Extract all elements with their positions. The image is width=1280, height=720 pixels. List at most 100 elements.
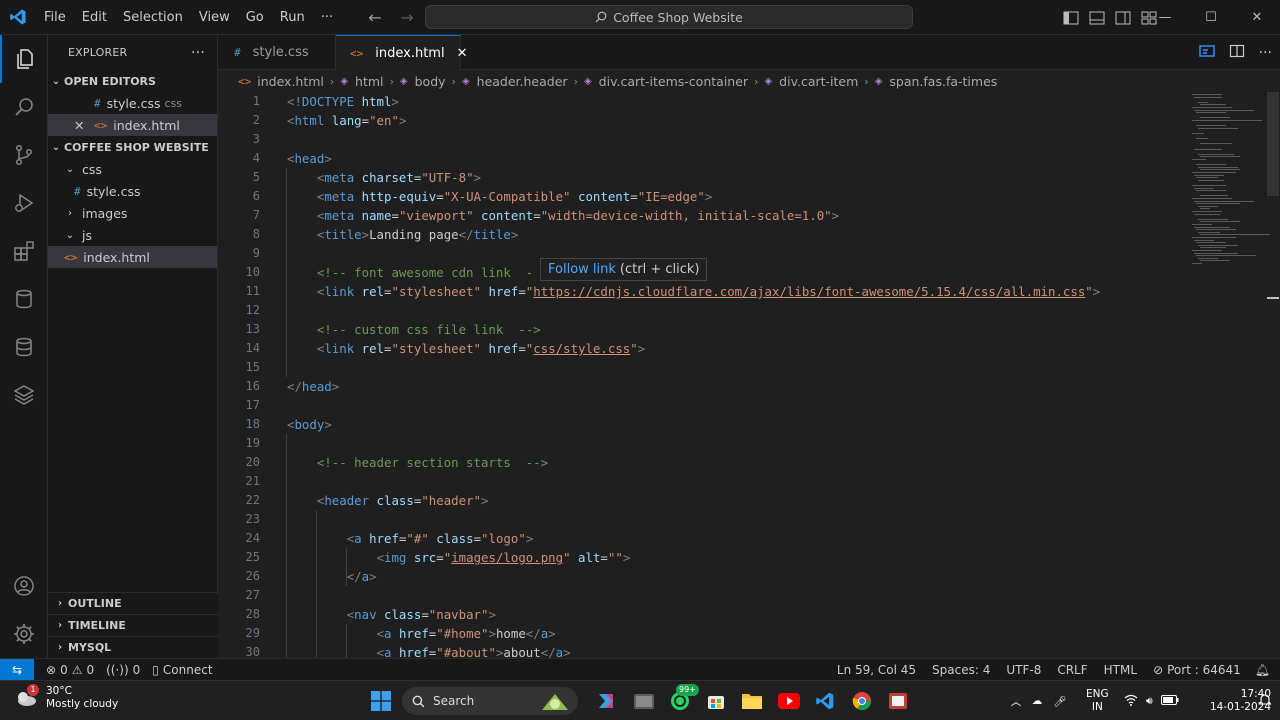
open-preview-icon[interactable] — [1198, 43, 1215, 63]
timeline-section[interactable]: › TIMELINE — [48, 614, 218, 636]
sql-database-icon[interactable] — [0, 323, 48, 371]
folder-app-icon[interactable] — [740, 689, 764, 713]
breadcrumb-item[interactable]: div.cart-item — [779, 74, 858, 89]
tree-file-index-html[interactable]: <> index.html — [48, 246, 217, 268]
problems-indicator[interactable]: ⊗ 0 ⚠ 0 — [40, 663, 100, 677]
breadcrumb-item[interactable]: index.html — [257, 74, 324, 89]
extensions-icon[interactable] — [0, 227, 48, 275]
minimap-line — [1196, 138, 1208, 140]
minimap[interactable] — [1190, 92, 1270, 272]
minimap-line — [1196, 255, 1256, 257]
code-link[interactable]: https://cdnjs.cloudflare.com/ajax/libs/f… — [533, 284, 1085, 299]
live-server-port[interactable]: ⊘ Port : 64641 — [1145, 663, 1249, 677]
notification-center-icon[interactable] — [1258, 681, 1272, 720]
breadcrumb-item[interactable]: html — [355, 74, 383, 89]
vscode-app-icon[interactable] — [813, 689, 837, 713]
vertical-scrollbar-thumb[interactable] — [1267, 92, 1279, 196]
follow-link[interactable]: Follow link — [548, 262, 616, 277]
youtube-app-icon[interactable] — [777, 689, 801, 713]
end-of-line[interactable]: CRLF — [1049, 663, 1095, 677]
code-line: </a> — [287, 567, 377, 586]
tree-folder-css[interactable]: ⌄ css — [48, 158, 217, 180]
encoding[interactable]: UTF-8 — [998, 663, 1049, 677]
menu-run[interactable]: Run — [272, 0, 313, 35]
indentation[interactable]: Spaces: 4 — [924, 663, 998, 677]
close-tab-icon[interactable]: ✕ — [457, 46, 468, 61]
maximize-icon[interactable]: ☐ — [1188, 0, 1234, 35]
connect-item[interactable]: ▯ Connect — [146, 663, 218, 677]
breadcrumb-item[interactable]: body — [415, 74, 446, 89]
explorer-more-button[interactable]: ··· — [191, 45, 205, 61]
toggle-panel-icon[interactable] — [1088, 9, 1106, 27]
code-token: <!-- header section starts --> — [316, 455, 549, 470]
quick-settings[interactable]: 🔊︎ — [1124, 681, 1179, 720]
code-token: "#about" — [436, 645, 496, 658]
remote-indicator-icon[interactable]: ⇆ — [0, 658, 34, 681]
toggle-primary-sidebar-icon[interactable] — [1062, 9, 1080, 27]
open-editors-header[interactable]: ⌄ OPEN EDITORS — [48, 70, 217, 92]
ports-indicator[interactable]: ((·)) 0 — [100, 663, 146, 677]
windows-start-icon[interactable] — [369, 689, 393, 713]
open-editor-item[interactable]: ✕ <> index.html — [48, 114, 217, 136]
store-app-icon[interactable] — [704, 689, 728, 713]
menu-selection[interactable]: Selection — [115, 0, 191, 35]
minimize-icon[interactable]: — — [1142, 0, 1188, 35]
menu-file[interactable]: File — [36, 0, 74, 35]
menu-view[interactable]: View — [191, 0, 238, 35]
forward-arrow-icon[interactable]: → — [396, 8, 418, 27]
language-mode[interactable]: HTML — [1096, 663, 1145, 677]
workspace-header[interactable]: ⌄ COFFEE SHOP WEBSITE — [48, 136, 217, 158]
tab-index-html[interactable]: <> index.html ✕ — [336, 35, 467, 71]
minimap-line — [1192, 133, 1204, 134]
command-center-search[interactable]: Coffee Shop Website — [425, 5, 913, 29]
run-debug-icon[interactable] — [0, 179, 48, 227]
tree-folder-images[interactable]: › images — [48, 202, 217, 224]
menu-more[interactable]: ··· — [313, 0, 341, 35]
accounts-icon[interactable] — [0, 562, 48, 610]
explorer-icon[interactable] — [0, 35, 48, 83]
code-token: = — [630, 189, 638, 204]
source-control-icon[interactable] — [0, 131, 48, 179]
follow-link-hint: (ctrl + click) — [619, 262, 700, 277]
code-link[interactable]: images/logo.png — [451, 550, 563, 565]
microphone-icon[interactable]: 🎤︎ — [1050, 695, 1070, 708]
language-indicator[interactable]: ENG IN — [1086, 681, 1109, 720]
chevron-up-icon[interactable]: ︿ — [1008, 694, 1024, 709]
copilot-app-icon[interactable] — [594, 689, 618, 713]
file-manager-app-icon[interactable] — [632, 689, 656, 713]
layers-icon[interactable] — [0, 371, 48, 419]
menu-go[interactable]: Go — [238, 0, 272, 35]
minimap-line — [1192, 120, 1262, 121]
open-editor-item[interactable]: # style.css css — [48, 92, 217, 114]
tree-folder-js[interactable]: ⌄ js — [48, 224, 217, 246]
code-editor[interactable]: 1 2 3 4 5 6 7 8 9 10 11 12 13 14 15 16 17 18 19 20 21 22 23 24 2… — [218, 92, 1280, 658]
cloud-icon[interactable]: ☁ — [1024, 695, 1050, 707]
toggle-secondary-sidebar-icon[interactable] — [1114, 9, 1132, 27]
split-editor-icon[interactable] — [1229, 43, 1245, 63]
breadcrumb-item[interactable]: header.header — [477, 74, 568, 89]
tab-style-css[interactable]: # style.css — [218, 35, 336, 70]
whatsapp-app-icon[interactable]: 99+ — [668, 684, 699, 713]
back-arrow-icon[interactable]: ← — [364, 8, 386, 27]
chrome-app-icon[interactable] — [850, 689, 874, 713]
menu-edit[interactable]: Edit — [74, 0, 115, 35]
breadcrumb-item[interactable]: span.fas.fa-times — [889, 74, 997, 89]
close-editor-icon[interactable]: ✕ — [74, 118, 88, 133]
manage-gear-icon[interactable] — [0, 610, 48, 658]
more-actions-icon[interactable]: ··· — [1259, 45, 1272, 61]
close-window-icon[interactable]: ✕ — [1234, 0, 1280, 35]
outline-section[interactable]: › OUTLINE — [48, 592, 218, 614]
mysql-section[interactable]: › MYSQL — [48, 636, 218, 658]
search-icon[interactable] — [0, 83, 48, 131]
code-link[interactable]: css/style.css — [533, 341, 630, 356]
weather-widget[interactable]: 1 30°C Mostly cloudy — [14, 684, 118, 711]
cursor-position[interactable]: Ln 59, Col 45 — [829, 663, 924, 677]
taskbar-search[interactable]: Search — [402, 687, 578, 715]
database-icon[interactable] — [0, 275, 48, 323]
breadcrumb-item[interactable]: div.cart-items-container — [599, 74, 748, 89]
notifications-bell-icon[interactable]: 🔔︎ — [1249, 663, 1280, 677]
tree-file-style-css[interactable]: # style.css — [48, 180, 217, 202]
recorder-app-icon[interactable] — [886, 689, 910, 713]
